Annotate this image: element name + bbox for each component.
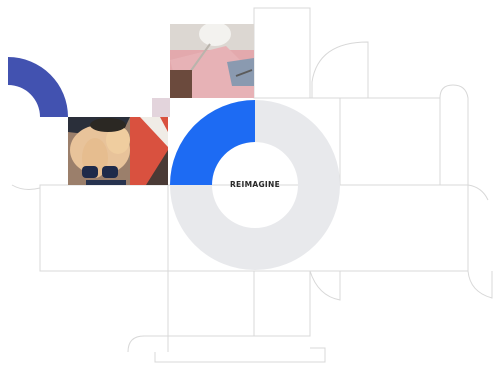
pink-desk-lamp-photo: [170, 24, 254, 98]
woman-in-bikini-photo: [68, 117, 168, 185]
reimagine-label: REIMAGINE: [229, 180, 280, 189]
blue-ring-segment: [170, 100, 255, 185]
pink-corner-shape: [152, 98, 170, 117]
indigo-quarter-ring-shape: [8, 57, 68, 117]
graphic-canvas: REIMAGINE: [0, 0, 496, 365]
